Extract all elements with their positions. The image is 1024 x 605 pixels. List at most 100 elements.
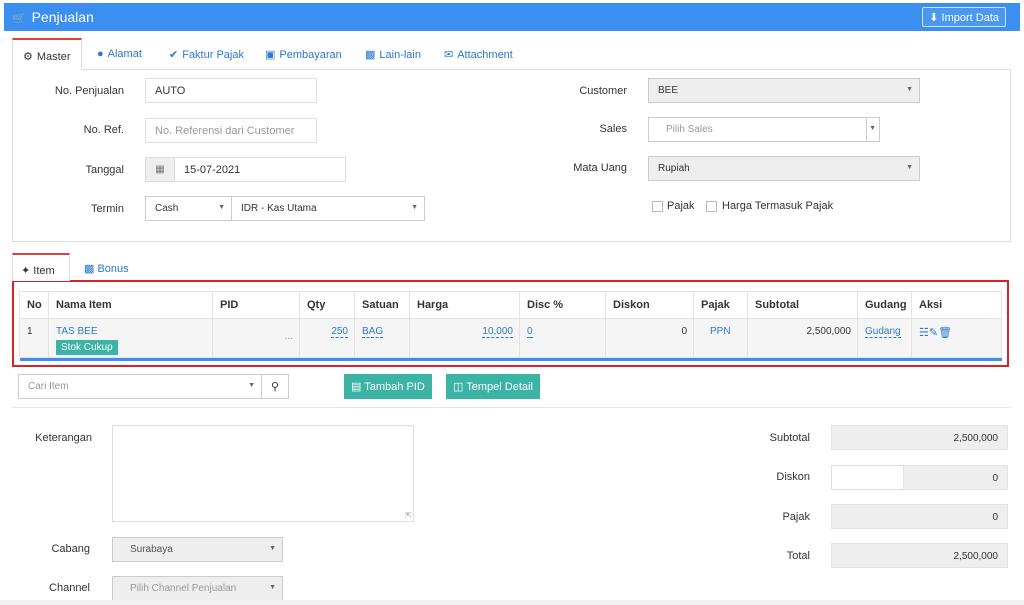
page-header: 🛒 Penjualan ⬇ Import Data <box>4 3 1020 31</box>
cell-no: 1 <box>19 318 49 358</box>
chevron-down-icon: ▼ <box>248 382 255 389</box>
pajak-value: PPN <box>710 326 731 337</box>
import-data-button[interactable]: ⬇ Import Data <box>922 7 1006 27</box>
col-header-qty: Qty <box>299 291 355 319</box>
pid-value: ... <box>284 331 293 342</box>
tanggal-label: Tanggal <box>85 164 124 176</box>
main-tabs: ⚙ Master ● Alamat ✔ Faktur Pajak ▣ Pembayara… <box>12 38 1012 70</box>
item-table: No Nama Item PID Qty Satuan Harga Disc %… <box>19 291 1002 361</box>
resize-handle-icon[interactable]: ⇱ <box>405 511 412 520</box>
harga-termasuk-pajak-checkbox[interactable] <box>706 201 717 212</box>
tab-bonus[interactable]: ▩ Bonus <box>76 253 137 281</box>
diskon-percent-input[interactable] <box>831 465 904 490</box>
col-header-satuan: Satuan <box>354 291 410 319</box>
check-circle-icon: ✔ <box>169 49 179 61</box>
search-item-select[interactable]: Cari Item ▼ <box>18 374 262 399</box>
search-icon: ⚲ <box>270 381 280 393</box>
no-penjualan-label: No. Penjualan <box>54 85 124 97</box>
col-header-nama-item: Nama Item <box>48 291 213 319</box>
divider <box>12 407 1011 408</box>
diskon-label: Diskon <box>776 471 810 483</box>
tab-item[interactable]: ✦ Item <box>12 253 70 281</box>
no-ref-input[interactable]: No. Referensi dari Customer <box>145 118 317 143</box>
table-footer-cell <box>19 357 1002 361</box>
no-penjualan-input[interactable]: AUTO <box>145 78 317 103</box>
cell-pajak[interactable]: PPN <box>693 318 748 358</box>
search-button[interactable]: ⚲ <box>261 374 289 399</box>
mata-uang-select[interactable]: Rupiah ▼ <box>648 156 920 181</box>
cart-icon: 🛒 <box>12 13 26 25</box>
termin-select[interactable]: Cash ▼ <box>145 196 232 221</box>
trash-icon[interactable]: 🗑 <box>938 327 952 339</box>
mata-uang-label: Mata Uang <box>573 162 627 174</box>
chevron-down-icon: ▼ <box>869 125 876 132</box>
bottom-edge <box>0 600 1024 605</box>
list-icon: ▤ <box>351 381 362 393</box>
tab-faktur-pajak[interactable]: ✔ Faktur Pajak <box>159 38 254 70</box>
tab-lain-lain[interactable]: ▩ Lain-lain <box>355 38 431 70</box>
import-data-label: Import Data <box>941 12 999 24</box>
download-icon: ⬇ <box>929 12 939 24</box>
pajak-checkbox-label: Pajak <box>667 200 695 212</box>
total-value: 2,500,000 <box>831 543 1008 568</box>
channel-select[interactable]: Pilih Channel Penjualan ▼ <box>112 576 283 601</box>
col-header-pajak: Pajak <box>693 291 748 319</box>
cell-harga[interactable]: 10,000 <box>409 318 520 358</box>
cell-nama-item: TAS BEE Stok Cukup <box>48 318 213 358</box>
pajak-total-value: 0 <box>831 504 1008 529</box>
cell-pid[interactable]: ... <box>212 318 300 358</box>
truck-icon: ▩ <box>365 49 376 61</box>
harga-termasuk-pajak-label: Harga Termasuk Pajak <box>722 200 834 212</box>
no-ref-label: No. Ref. <box>83 124 124 136</box>
sales-select[interactable]: Pilih Sales <box>648 117 867 142</box>
cabang-label: Cabang <box>51 543 90 555</box>
channel-placeholder: Pilih Channel Penjualan <box>130 583 237 594</box>
cell-gudang[interactable]: Gudang <box>857 318 912 358</box>
tab-pembayaran[interactable]: ▣ Pembayaran <box>255 38 352 70</box>
pajak-total-label: Pajak <box>782 511 810 523</box>
tab-master[interactable]: ⚙ Master <box>12 38 82 70</box>
tempel-detail-button[interactable]: ◫ Tempel Detail <box>446 374 540 399</box>
sales-placeholder: Pilih Sales <box>666 124 713 135</box>
cubes-icon: ✦ <box>21 265 31 277</box>
search-item-placeholder: Cari Item <box>28 381 69 392</box>
paperclip-icon: ✉ <box>444 49 454 61</box>
pajak-checkbox[interactable] <box>652 201 663 212</box>
cabang-select[interactable]: Surabaya ▼ <box>112 537 283 562</box>
page-title-text: Penjualan <box>31 9 94 25</box>
chevron-down-icon: ▼ <box>906 86 913 93</box>
col-header-pid: PID <box>212 291 300 319</box>
tempel-detail-label: Tempel Detail <box>466 381 533 393</box>
harga-value: 10,000 <box>482 326 513 338</box>
kas-select[interactable]: IDR - Kas Utama ▼ <box>231 196 425 221</box>
tambah-pid-button[interactable]: ▤ Tambah PID <box>344 374 432 399</box>
cell-qty[interactable]: 250 <box>299 318 355 358</box>
edit-icon[interactable]: ✎ <box>929 327 938 339</box>
col-header-no: No <box>19 291 49 319</box>
calendar-icon[interactable]: ▦ <box>145 157 175 182</box>
table-row: 1 TAS BEE Stok Cukup ... 250 BAG 10,000 … <box>19 318 1002 358</box>
tab-alamat[interactable]: ● Alamat <box>87 38 152 70</box>
chevron-down-icon: ▼ <box>269 545 276 552</box>
diskon-value: 0 <box>903 465 1008 490</box>
sales-dropdown-toggle[interactable]: ▼ <box>866 117 880 142</box>
stock-status-badge: Stok Cukup <box>56 340 118 355</box>
customer-select[interactable]: BEE ▼ <box>648 78 920 103</box>
cell-disc[interactable]: 0 <box>519 318 606 358</box>
map-marker-icon: ● <box>97 48 104 60</box>
satuan-value: BAG <box>362 326 384 338</box>
tab-attachment[interactable]: ✉ Attachment <box>434 38 523 70</box>
tanggal-input[interactable]: 15-07-2021 <box>174 157 346 182</box>
item-table-highlight: No Nama Item PID Qty Satuan Harga Disc %… <box>12 280 1009 367</box>
item-name-link[interactable]: TAS BEE <box>56 326 206 337</box>
cell-satuan[interactable]: BAG <box>354 318 410 358</box>
barcode-icon[interactable]: ☵ <box>919 327 929 339</box>
subtotal-label: Subtotal <box>769 432 810 444</box>
col-header-disc: Disc % <box>519 291 606 319</box>
paste-icon: ◫ <box>453 381 464 393</box>
master-panel: No. Penjualan AUTO No. Ref. No. Referens… <box>12 69 1011 242</box>
cogs-icon: ⚙ <box>23 51 33 63</box>
col-header-gudang: Gudang <box>857 291 912 319</box>
keterangan-textarea[interactable]: ⇱ <box>112 425 414 522</box>
disc-value: 0 <box>527 326 533 338</box>
